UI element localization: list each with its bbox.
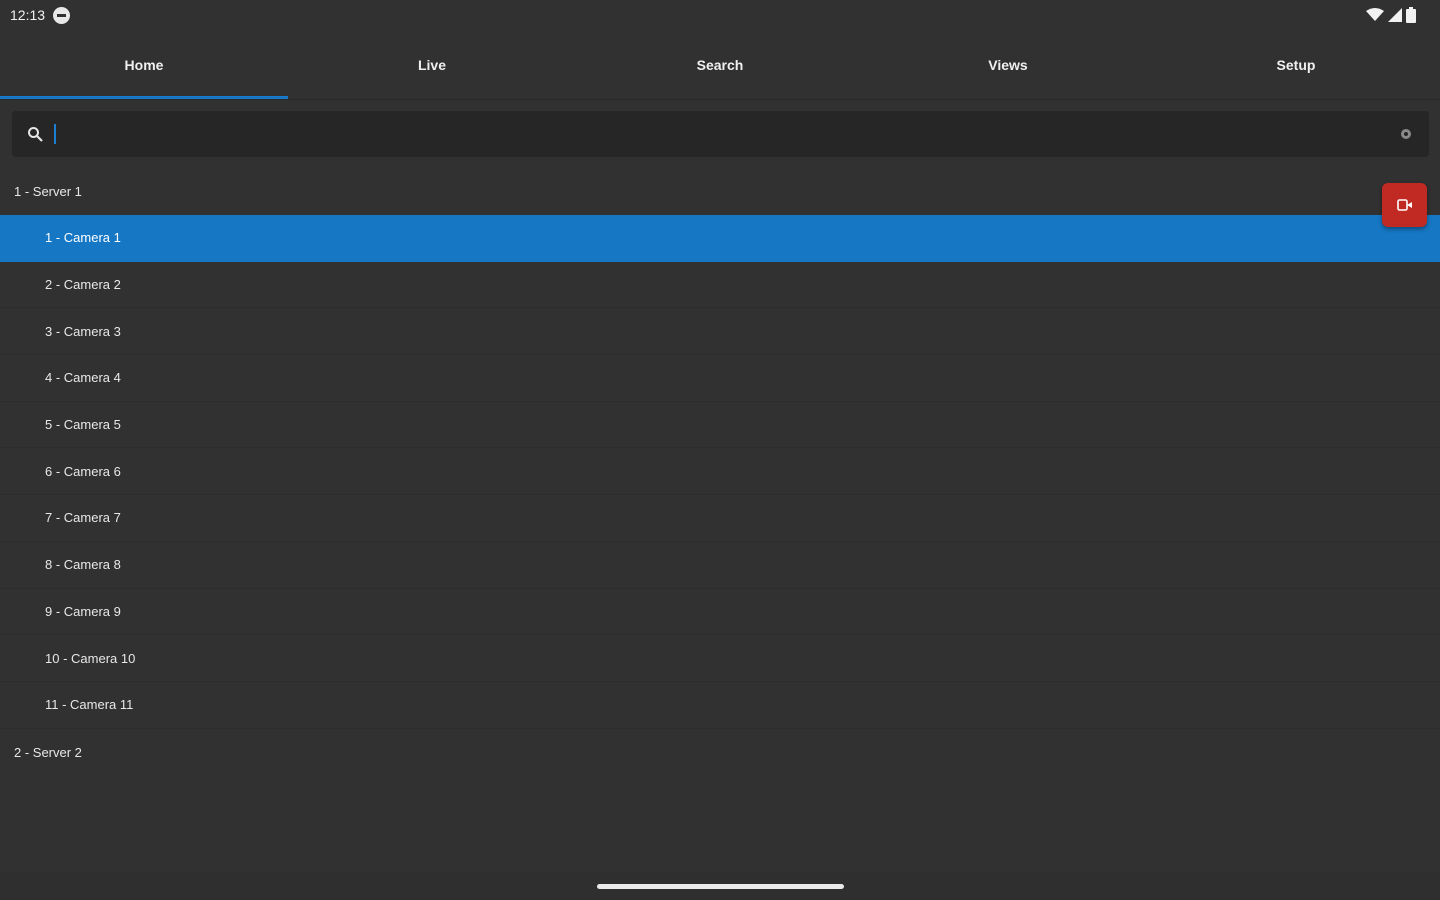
camera-row-6[interactable]: 6 - Camera 6 xyxy=(0,448,1440,496)
camera-row-9[interactable]: 9 - Camera 9 xyxy=(0,589,1440,636)
camera-row-1[interactable]: 1 - Camera 1 xyxy=(0,215,1440,262)
camera-row-7[interactable]: 7 - Camera 7 xyxy=(0,495,1440,542)
wifi-icon xyxy=(1366,8,1384,21)
status-right xyxy=(1366,7,1416,23)
status-time: 12:13 xyxy=(10,7,46,23)
status-bar: 12:13 xyxy=(0,0,1440,30)
home-gesture-handle[interactable] xyxy=(596,883,844,889)
search-icon xyxy=(26,125,44,143)
camera-row-8[interactable]: 8 - Camera 8 xyxy=(0,542,1440,589)
gear-icon[interactable] xyxy=(1397,125,1415,143)
camera-row-5[interactable]: 5 - Camera 5 xyxy=(0,402,1440,449)
app-notification-icon xyxy=(53,6,71,24)
battery-icon xyxy=(1406,7,1416,23)
search-bar xyxy=(12,111,1429,157)
camera-row-4[interactable]: 4 - Camera 4 xyxy=(0,355,1440,402)
server-row-2[interactable]: 2 - Server 2 xyxy=(0,729,1440,776)
device-list: 1 - Server 1 1 - Camera 1 2 - Camera 2 3… xyxy=(0,168,1440,776)
status-left: 12:13 xyxy=(10,6,71,24)
camera-row-3[interactable]: 3 - Camera 3 xyxy=(0,308,1440,356)
search-input[interactable] xyxy=(54,124,1397,144)
camera-row-10[interactable]: 10 - Camera 10 xyxy=(0,635,1440,682)
signal-icon xyxy=(1388,8,1402,22)
video-record-icon xyxy=(1396,199,1412,211)
tab-setup[interactable]: Setup xyxy=(1152,30,1440,99)
camera-row-2[interactable]: 2 - Camera 2 xyxy=(0,262,1440,309)
camera-row-11[interactable]: 11 - Camera 11 xyxy=(0,682,1440,729)
tab-search[interactable]: Search xyxy=(576,30,864,99)
record-button[interactable] xyxy=(1382,183,1427,227)
tab-live[interactable]: Live xyxy=(288,30,576,99)
tab-bar: Home Live Search Views Setup xyxy=(0,30,1440,100)
tab-views[interactable]: Views xyxy=(864,30,1152,99)
server-row-1[interactable]: 1 - Server 1 xyxy=(0,168,1440,215)
tab-home[interactable]: Home xyxy=(0,30,288,99)
system-nav-bar xyxy=(0,872,1440,900)
